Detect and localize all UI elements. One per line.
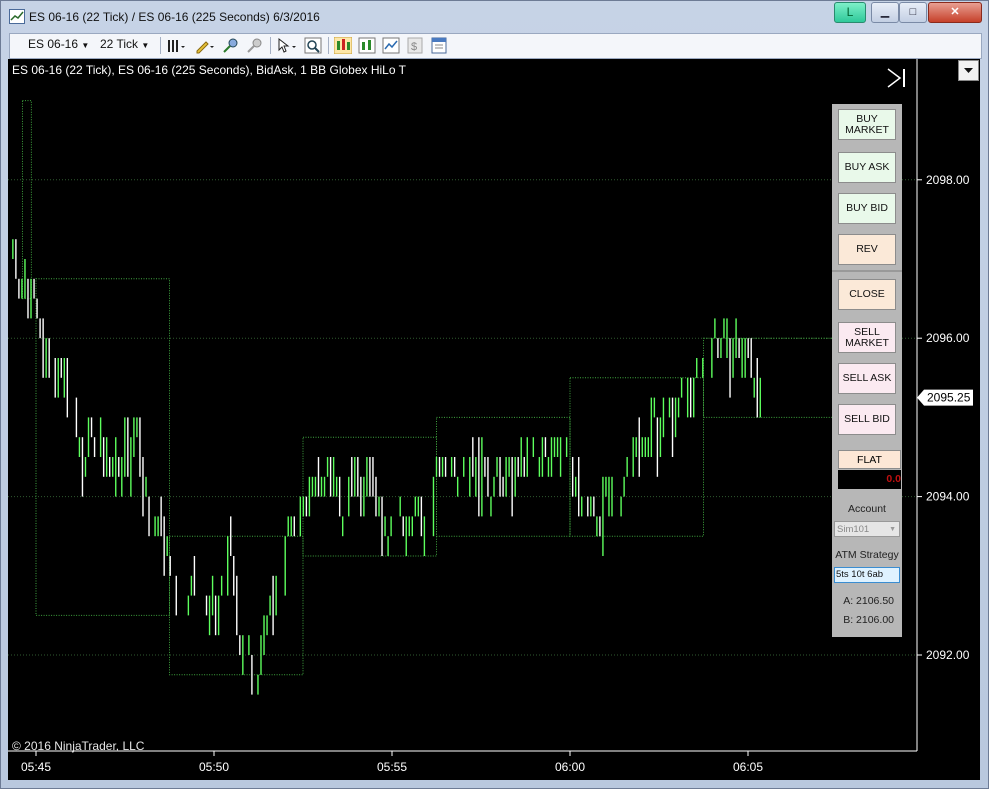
chevron-down-icon: ▼: [141, 41, 150, 50]
pnl-display: 0.0: [838, 470, 901, 489]
minimize-button[interactable]: ▁: [871, 2, 899, 23]
ask-quote: A: 2106.50: [843, 595, 894, 607]
pointer-icon[interactable]: [276, 37, 296, 54]
x-tick-label: 05:45: [21, 760, 51, 774]
account-label: Account: [848, 503, 886, 515]
box-bar: [35, 278, 170, 616]
toolbar-separator: [160, 37, 161, 54]
y-tick-label: 2094.00: [926, 490, 970, 504]
y-tick-label: 2092.00: [926, 648, 970, 662]
indicators-icon[interactable]: [358, 37, 376, 54]
zoom-out-icon[interactable]: [246, 37, 264, 54]
chevron-down-icon: [964, 68, 973, 73]
properties-icon[interactable]: [430, 37, 448, 54]
bar-style-icon[interactable]: [166, 37, 185, 54]
y-tick-label: 2096.00: [926, 331, 970, 345]
box-bar: [703, 337, 838, 418]
instrument-selector[interactable]: ES 06-16 ▼: [28, 37, 89, 51]
buy-bid-button[interactable]: BUY BID: [838, 193, 896, 224]
interval-selector[interactable]: 22 Tick ▼: [100, 37, 149, 51]
buy-ask-button[interactable]: BUY ASK: [838, 152, 896, 183]
chart-trader-panel: BUY MARKET BUY ASK BUY BID REV CLOSE SEL…: [832, 104, 902, 637]
toolbar-separator: [270, 37, 271, 54]
atm-strategy-label: ATM Strategy: [835, 549, 899, 561]
dollar-icon[interactable]: $: [406, 37, 424, 54]
app-window: ES 06-16 (22 Tick) / ES 06-16 (225 Secon…: [0, 0, 989, 789]
maximize-button[interactable]: □: [899, 2, 927, 23]
x-tick-label: 05:50: [199, 760, 229, 774]
sell-market-button[interactable]: SELL MARKET: [838, 322, 896, 353]
y-tick-label: 2098.00: [926, 173, 970, 187]
buy-market-button[interactable]: BUY MARKET: [838, 109, 896, 140]
toolbar-separator: [328, 37, 329, 54]
scroll-to-end-icon[interactable]: [886, 67, 908, 89]
x-tick-label: 06:05: [733, 760, 763, 774]
account-value: Sim101: [837, 524, 870, 535]
chart-trader-icon[interactable]: [333, 36, 353, 55]
chart-header: ES 06-16 (22 Tick), ES 06-16 (225 Second…: [12, 63, 406, 77]
chart-app-icon: [9, 9, 25, 24]
reverse-button[interactable]: REV: [838, 234, 896, 265]
instrument-label: ES 06-16: [28, 37, 79, 51]
strategies-icon[interactable]: [382, 37, 400, 54]
sell-bid-button[interactable]: SELL BID: [838, 404, 896, 435]
x-tick-label: 05:55: [377, 760, 407, 774]
svg-text:$: $: [411, 41, 417, 53]
pencil-draw-icon[interactable]: [194, 37, 214, 54]
chart-area[interactable]: 2092.00 2094.00 2096.00 2098.00 2095.25 05:45…: [8, 59, 980, 780]
chevron-down-icon: ▼: [81, 41, 90, 50]
account-select[interactable]: Sim101 ▼: [834, 521, 900, 537]
last-price-label: 2095.25: [927, 391, 971, 405]
sell-ask-button[interactable]: SELL ASK: [838, 363, 896, 394]
box-bar: [21, 100, 32, 300]
x-tick-label: 06:00: [555, 760, 585, 774]
zoom-in-icon[interactable]: [222, 37, 240, 54]
atm-strategy-select[interactable]: 5ts 10t 6ab: [834, 567, 900, 583]
magnify-icon[interactable]: [304, 37, 322, 54]
chevron-down-icon: ▼: [889, 526, 896, 533]
title-bar[interactable]: ES 06-16 (22 Tick) / ES 06-16 (225 Secon…: [1, 1, 988, 31]
close-position-button[interactable]: CLOSE: [838, 279, 896, 310]
bid-quote: B: 2106.00: [843, 614, 894, 626]
window-title: ES 06-16 (22 Tick) / ES 06-16 (225 Secon…: [29, 10, 320, 24]
chart-menu-dropdown[interactable]: [958, 60, 979, 81]
copyright-notice: © 2016 NinjaTrader, LLC: [12, 739, 145, 753]
interval-label: 22 Tick: [100, 37, 139, 51]
link-button[interactable]: L: [834, 2, 866, 23]
chart-toolbar: ES 06-16 ▼ 22 Tick ▼ $: [9, 33, 982, 59]
panel-divider: [832, 270, 902, 272]
flat-button[interactable]: FLAT: [838, 450, 901, 469]
close-button[interactable]: ✕: [928, 2, 982, 23]
